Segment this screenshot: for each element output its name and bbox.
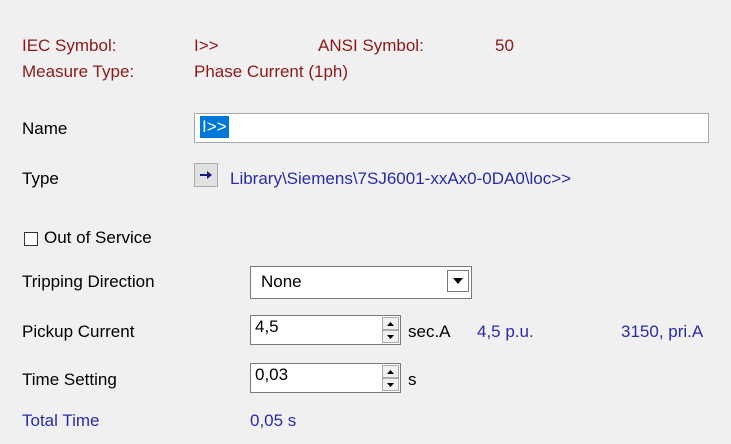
- out-of-service-label: Out of Service: [44, 228, 152, 247]
- name-field[interactable]: I>>: [194, 113, 709, 143]
- spin-up-button[interactable]: [382, 365, 399, 378]
- spin-down-icon: [387, 334, 394, 339]
- type-library-link[interactable]: Library\Siemens\7SJ6001-xxAx0-0DA0\loc>>: [230, 169, 571, 189]
- tripping-direction-label: Tripping Direction: [22, 272, 155, 291]
- spin-down-icon: [387, 382, 394, 387]
- spin-up-icon: [387, 369, 394, 374]
- arrow-right-icon: [200, 171, 212, 179]
- tripping-direction-select[interactable]: None: [250, 266, 472, 299]
- ansi-symbol-value: 50: [495, 36, 514, 55]
- spin-down-button[interactable]: [382, 378, 399, 391]
- total-time-label: Total Time: [22, 411, 100, 430]
- type-label: Type: [22, 169, 59, 188]
- time-setting-spinner[interactable]: 0,03: [250, 363, 401, 393]
- name-field-value: I>>: [200, 116, 229, 138]
- pickup-current-pu: 4,5 p.u.: [477, 322, 534, 341]
- pickup-current-primary: 3150, pri.A: [621, 322, 704, 341]
- type-select-button[interactable]: [194, 163, 218, 187]
- spin-down-button[interactable]: [382, 330, 399, 343]
- chevron-down-icon: [453, 278, 463, 284]
- pickup-current-spinner[interactable]: 4,5: [250, 315, 401, 345]
- time-setting-label: Time Setting: [22, 370, 117, 389]
- ansi-symbol-label: ANSI Symbol:: [318, 36, 424, 55]
- total-time-value: 0,05 s: [250, 411, 297, 430]
- time-setting-unit: s: [408, 370, 417, 389]
- tripping-direction-value: None: [261, 272, 302, 291]
- iec-symbol-value: I>>: [194, 36, 219, 55]
- iec-symbol-label: IEC Symbol:: [22, 36, 117, 55]
- time-setting-value: 0,03: [255, 365, 289, 384]
- spin-up-button[interactable]: [382, 317, 399, 330]
- measure-type-label: Measure Type:: [22, 62, 135, 81]
- pickup-current-label: Pickup Current: [22, 322, 135, 341]
- out-of-service-checkbox[interactable]: [24, 232, 38, 246]
- dropdown-button[interactable]: [447, 270, 469, 292]
- pickup-current-unit: sec.A: [408, 322, 451, 341]
- name-label: Name: [22, 119, 68, 138]
- spin-up-icon: [387, 321, 394, 326]
- measure-type-value: Phase Current (1ph): [194, 62, 349, 81]
- pickup-current-value: 4,5: [255, 317, 279, 336]
